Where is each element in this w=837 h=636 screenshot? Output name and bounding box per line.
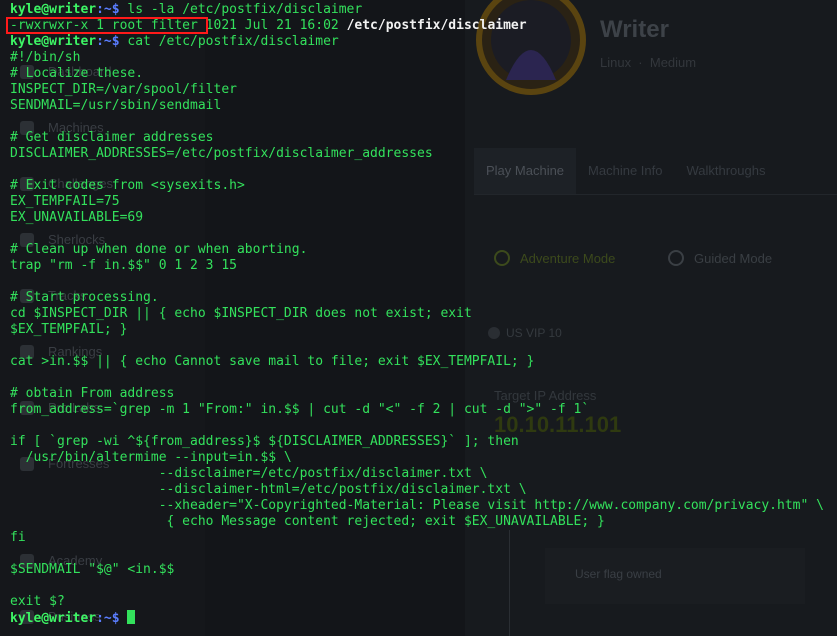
file-line: if [ `grep -wi ^${from_address}$ ${DISCL… bbox=[10, 434, 519, 449]
file-path: /etc/postfix/disclaimer bbox=[346, 18, 527, 33]
terminal-line-cmd1: kyle@writer:~$ ls -la /etc/postfix/discl… bbox=[10, 2, 362, 18]
file-line: cd $INSPECT_DIR || { echo $INSPECT_DIR d… bbox=[10, 306, 472, 321]
prompt-user: kyle@writer bbox=[10, 2, 97, 17]
cursor bbox=[127, 610, 136, 624]
file-line: # Clean up when done or when aborting. bbox=[10, 242, 308, 257]
file-line: # Get disclaimer addresses bbox=[10, 130, 214, 145]
file-line: #!/bin/sh bbox=[10, 50, 81, 65]
terminal-window[interactable]: kyle@writer:~$ ls -la /etc/postfix/discl… bbox=[0, 0, 837, 636]
file-line: $SENDMAIL "$@" <in.$$ bbox=[10, 562, 175, 577]
file-line: exit $? bbox=[10, 594, 65, 609]
file-line: --disclaimer=/etc/postfix/disclaimer.txt… bbox=[10, 466, 488, 481]
file-line: # Localize these. bbox=[10, 66, 144, 81]
file-line: $EX_TEMPFAIL; } bbox=[10, 322, 128, 337]
file-line: fi bbox=[10, 530, 26, 545]
prompt-path: :~$ bbox=[96, 2, 120, 17]
file-line: from_address=`grep -m 1 "From:" in.$$ | … bbox=[10, 402, 590, 417]
file-line: --xheader="X-Copyrighted-Material: Pleas… bbox=[10, 498, 824, 513]
file-line: --disclaimer-html=/etc/postfix/disclaime… bbox=[10, 482, 527, 497]
file-line: cat >in.$$ || { echo Cannot save mail to… bbox=[10, 354, 535, 369]
file-line: DISCLAIMER_ADDRESSES=/etc/postfix/discla… bbox=[10, 146, 433, 161]
prompt-path: :~$ bbox=[96, 611, 120, 626]
prompt-path: :~$ bbox=[96, 34, 120, 49]
prompt-user: kyle@writer bbox=[10, 34, 97, 49]
file-line: trap "rm -f in.$$" 0 1 2 3 15 bbox=[10, 258, 237, 273]
permissions-highlight-box bbox=[6, 17, 208, 34]
terminal-prompt-line[interactable]: kyle@writer:~$ bbox=[10, 610, 136, 627]
file-line: INSPECT_DIR=/var/spool/filter bbox=[10, 82, 237, 97]
terminal-line-cmd2: kyle@writer:~$ cat /etc/postfix/disclaim… bbox=[10, 34, 339, 50]
file-line: # obtain From address bbox=[10, 386, 175, 401]
file-line: # Start processing. bbox=[10, 290, 159, 305]
file-line: EX_TEMPFAIL=75 bbox=[10, 194, 120, 209]
file-line: /usr/bin/altermime --input=in.$$ \ bbox=[10, 450, 292, 465]
file-line: SENDMAIL=/usr/sbin/sendmail bbox=[10, 98, 222, 113]
command-text: ls -la /etc/postfix/disclaimer bbox=[119, 2, 363, 17]
file-line: { echo Message content rejected; exit $E… bbox=[10, 514, 605, 529]
file-line: # Exit codes from <sysexits.h> bbox=[10, 178, 245, 193]
prompt-user: kyle@writer bbox=[10, 611, 97, 626]
file-metadata: 1021 Jul 21 16:02 bbox=[197, 18, 347, 33]
file-line: EX_UNAVAILABLE=69 bbox=[10, 210, 144, 225]
command-text: cat /etc/postfix/disclaimer bbox=[119, 34, 339, 49]
